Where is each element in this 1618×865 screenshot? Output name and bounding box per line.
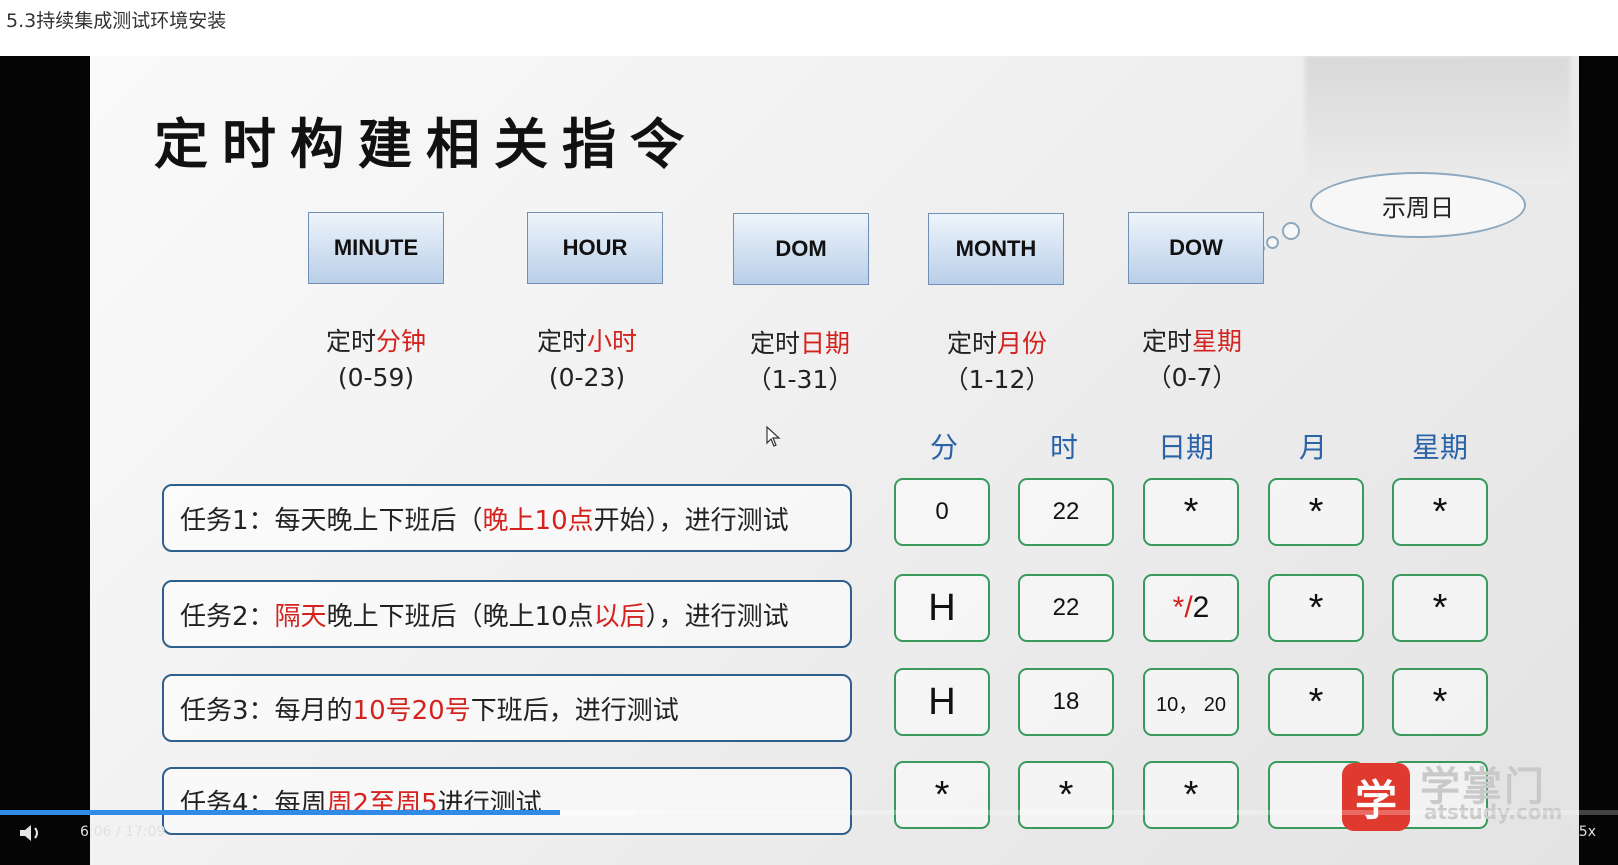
cell-value: *	[1183, 490, 1199, 533]
cell-minute: 0	[894, 478, 990, 546]
cell-value: 10， 20	[1155, 693, 1227, 716]
task-text-segment: 任务1：每天晚上下班后（	[180, 505, 483, 536]
column-header-minute: 分	[929, 431, 958, 464]
cell-value: *	[1308, 586, 1324, 629]
task-text-segment: 晚上下班后（晚上10点	[326, 601, 594, 632]
cell-value: 0	[935, 498, 949, 525]
field-minute: MINUTE	[308, 212, 444, 284]
bubble-text: 示周日	[1382, 193, 1454, 222]
progress-bar[interactable]	[0, 810, 1618, 815]
cell-value: 22	[1052, 594, 1080, 621]
video-player[interactable]: 定时构建相关指令 示周日 MINUTE HOUR DOM MONTH DOW 定…	[0, 56, 1618, 865]
cell-date: *	[1143, 478, 1239, 546]
task-text-segment: ），进行测试	[645, 601, 789, 632]
field-month: MONTH	[928, 213, 1064, 285]
column-header-date: 日期	[1157, 431, 1214, 464]
cell-value: *	[1432, 680, 1448, 723]
task-text-segment: 开始），进行测试	[593, 505, 789, 536]
player-controls: 6:06 / 17:09 1.5x	[0, 816, 1618, 865]
field-desc-dow: 定时星期 （0-7）	[1141, 327, 1243, 392]
task-text-segment: 隔天	[274, 601, 327, 632]
playback-speed-button[interactable]: 1.5x	[1565, 824, 1596, 840]
page-title: 5.3持续集成测试环境安装	[6, 10, 227, 32]
cell-month: *	[1268, 478, 1364, 546]
field-desc-month: 定时月份 （1-12）	[943, 329, 1051, 394]
cell-month: *	[1268, 574, 1364, 642]
field-dom: DOM	[733, 213, 869, 285]
cell-value: 22	[1052, 498, 1080, 525]
column-header-month: 月	[1298, 431, 1327, 464]
cell-value: *	[1432, 490, 1448, 533]
field-desc-dom: 定时日期 （1-31）	[746, 329, 854, 394]
column-header-weekday: 星期	[1411, 431, 1468, 464]
field-desc-hour: 定时小时 (0-23)	[536, 327, 638, 392]
cell-minute: H	[894, 574, 990, 642]
cell-weekday: *	[1392, 574, 1488, 642]
volume-icon[interactable]	[18, 822, 44, 844]
blurred-region	[1305, 56, 1570, 186]
task-text-segment: 晚上10点	[482, 505, 594, 536]
cell-weekday: *	[1392, 478, 1488, 546]
cell-hour: 18	[1018, 668, 1114, 736]
bubble-dot	[1282, 222, 1300, 240]
cell-value: H	[928, 586, 956, 629]
cell-value: *	[1308, 490, 1324, 533]
bubble-dot	[1266, 236, 1279, 249]
cell-hour: 22	[1018, 574, 1114, 642]
cell-minute: H	[894, 668, 990, 736]
video-frame: 定时构建相关指令 示周日 MINUTE HOUR DOM MONTH DOW 定…	[90, 56, 1579, 865]
field-desc-minute: 定时分钟 (0-59)	[325, 327, 427, 392]
cell-value: H	[928, 680, 956, 723]
cell-weekday: *	[1392, 668, 1488, 736]
task-text-segment: 任务2：	[180, 601, 275, 632]
thought-bubble: 示周日	[1310, 172, 1526, 238]
task-text-segment: 以后	[593, 601, 646, 632]
cell-value: 18	[1052, 688, 1080, 715]
cell-value: *	[1308, 680, 1324, 723]
task-text-segment: 下班后，进行测试	[470, 695, 679, 726]
task-text-segment: 10号20号	[352, 695, 471, 726]
cell-hour: 22	[1018, 478, 1114, 546]
mouse-cursor-icon	[766, 426, 781, 447]
cell-month: *	[1268, 668, 1364, 736]
field-dow: DOW	[1128, 212, 1264, 284]
task-text-segment: 任务3：每月的	[180, 695, 353, 726]
playback-time: 6:06 / 17:09	[80, 824, 166, 840]
slide-title: 定时构建相关指令	[154, 112, 698, 176]
cell-value: *	[1432, 586, 1448, 629]
field-hour: HOUR	[527, 212, 663, 284]
task-row-1: 任务1：每天晚上下班后（ 晚上10点 开始），进行测试	[162, 484, 852, 552]
task-row-3: 任务3：每月的 10号20号 下班后，进行测试	[162, 674, 852, 742]
cell-date: 10， 20	[1143, 668, 1239, 736]
cell-value: */2	[1172, 591, 1210, 624]
task-row-2: 任务2： 隔天 晚上下班后（晚上10点 以后 ），进行测试	[162, 580, 852, 648]
progress-played	[0, 810, 560, 815]
cell-date: */2	[1143, 574, 1239, 642]
column-header-hour: 时	[1049, 431, 1078, 464]
